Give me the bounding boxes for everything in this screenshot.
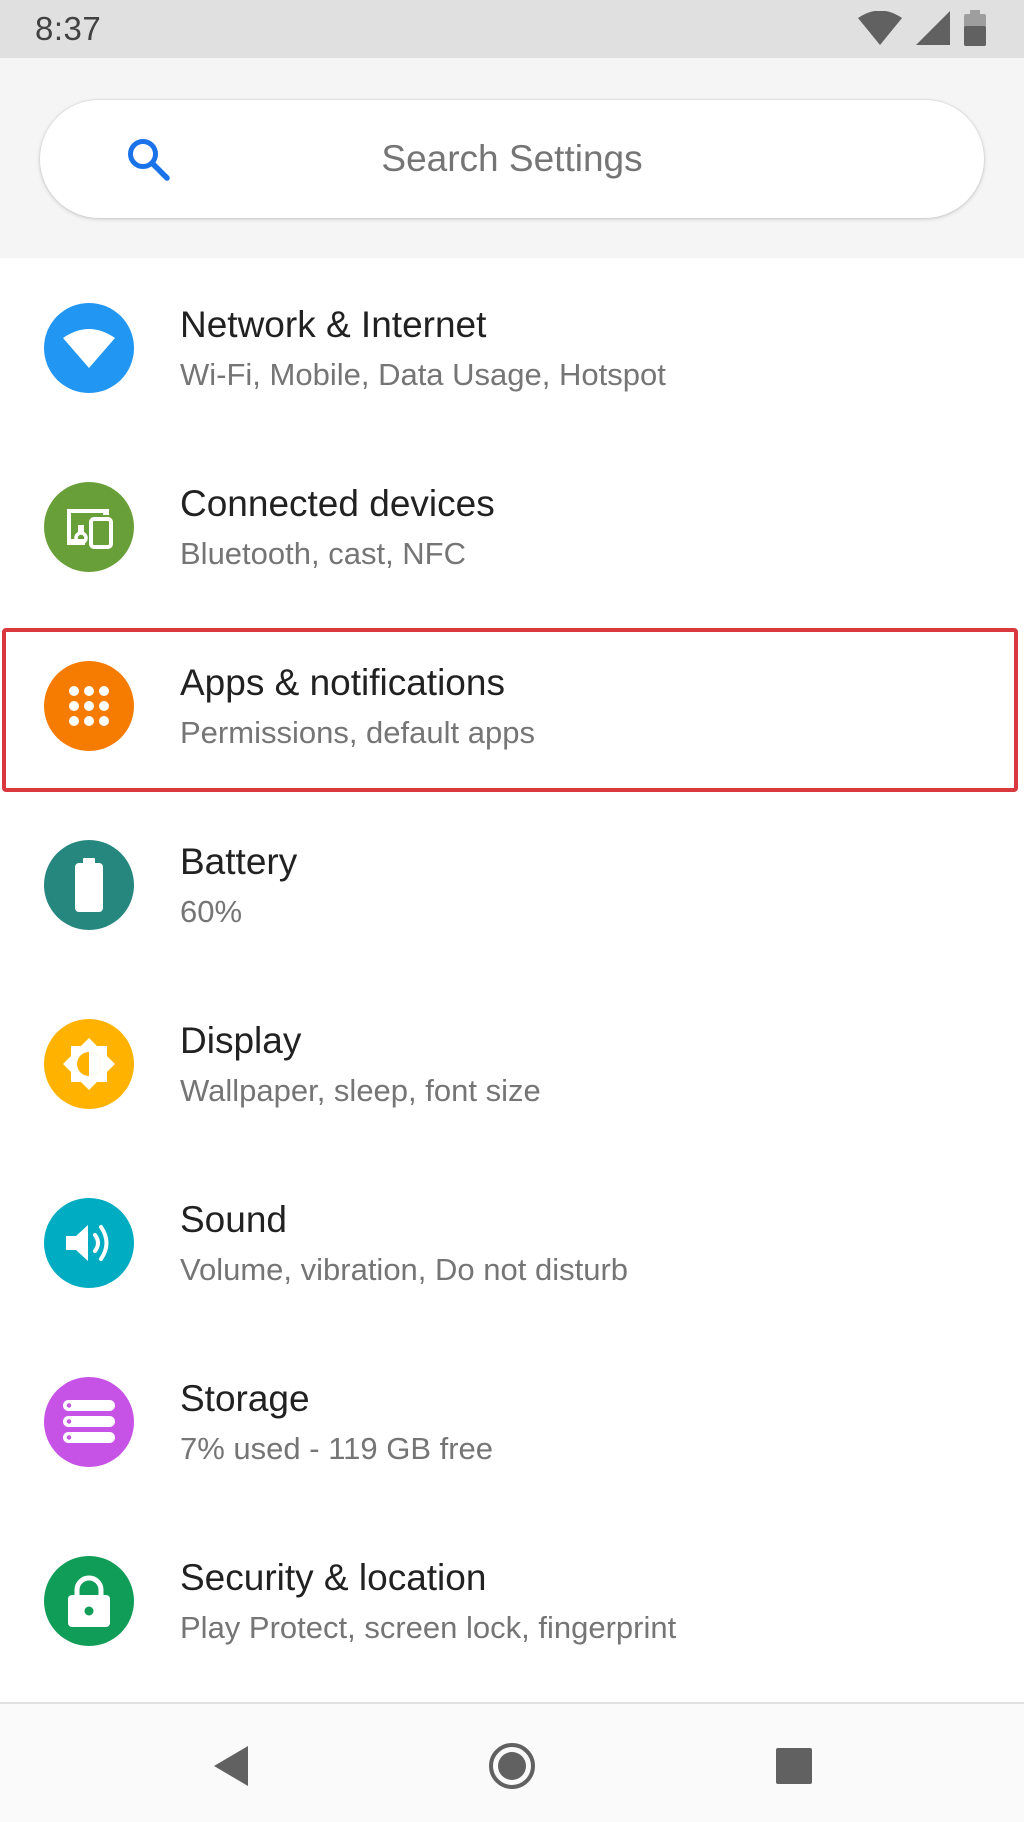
setting-subtitle: Wi-Fi, Mobile, Data Usage, Hotspot — [180, 357, 666, 392]
setting-subtitle: Bluetooth, cast, NFC — [180, 536, 467, 571]
setting-subtitle: 60% — [180, 894, 243, 929]
recents-icon — [774, 1746, 814, 1791]
setting-title: Apps & notifications — [180, 662, 505, 703]
settings-list: Network & Internet Wi-Fi, Mobile, Data U… — [0, 258, 1024, 1690]
setting-title: Storage — [180, 1378, 310, 1419]
setting-subtitle: Play Protect, screen lock, fingerprint — [180, 1610, 677, 1645]
back-button[interactable] — [200, 1738, 260, 1798]
setting-subtitle: Volume, vibration, Do not disturb — [180, 1252, 629, 1287]
navigation-bar — [0, 1702, 1024, 1822]
setting-battery[interactable]: Battery 60% — [0, 795, 1024, 974]
setting-title: Security & location — [180, 1557, 487, 1598]
setting-display[interactable]: Display Wallpaper, sleep, font size — [0, 974, 1024, 1153]
setting-network-internet[interactable]: Network & Internet Wi-Fi, Mobile, Data U… — [0, 258, 1024, 437]
setting-storage[interactable]: Storage 7% used - 119 GB free — [0, 1332, 1024, 1511]
setting-apps-notifications[interactable]: Apps & notifications Permissions, defaul… — [0, 616, 1024, 795]
setting-title: Connected devices — [180, 483, 495, 524]
lock-icon — [44, 1556, 134, 1646]
battery-icon — [44, 840, 134, 930]
search-settings-bar[interactable]: Search Settings — [40, 100, 984, 218]
apps-grid-icon — [44, 661, 134, 751]
brightness-icon — [44, 1019, 134, 1109]
wifi-signal-icon — [858, 10, 902, 50]
back-icon — [210, 1744, 250, 1793]
recents-button[interactable] — [764, 1738, 824, 1798]
status-time: 8:37 — [35, 10, 102, 47]
wifi-icon — [44, 303, 134, 393]
status-bar: 8:37 — [0, 0, 1024, 58]
search-area: Search Settings — [0, 58, 1024, 258]
setting-subtitle: 7% used - 119 GB free — [180, 1431, 494, 1466]
volume-icon — [44, 1198, 134, 1288]
setting-connected-devices[interactable]: Connected devices Bluetooth, cast, NFC — [0, 437, 1024, 616]
setting-subtitle: Permissions, default apps — [180, 715, 535, 750]
setting-title: Battery — [180, 841, 298, 882]
setting-sound[interactable]: Sound Volume, vibration, Do not disturb — [0, 1153, 1024, 1332]
home-button[interactable] — [482, 1738, 542, 1798]
battery-status-icon — [964, 9, 986, 51]
storage-icon — [44, 1377, 134, 1467]
setting-title: Display — [180, 1020, 302, 1061]
setting-subtitle: Wallpaper, sleep, font size — [180, 1073, 541, 1108]
cellular-signal-icon — [916, 10, 950, 50]
status-icons — [858, 9, 986, 51]
setting-title: Network & Internet — [180, 304, 487, 345]
devices-icon — [44, 482, 134, 572]
search-placeholder: Search Settings — [381, 138, 643, 179]
home-icon — [488, 1742, 536, 1795]
setting-security-location[interactable]: Security & location Play Protect, screen… — [0, 1511, 1024, 1690]
setting-title: Sound — [180, 1199, 287, 1240]
